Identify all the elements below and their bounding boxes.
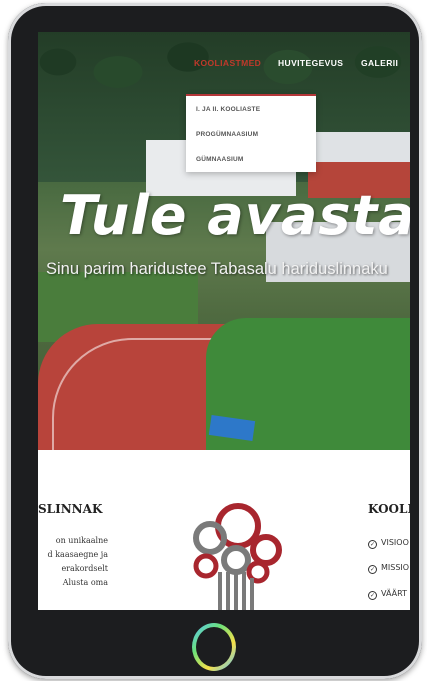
school-logo <box>193 503 282 610</box>
paragraph-line: on unikaalne <box>55 536 108 545</box>
list-item-label: MISSIO <box>381 563 410 572</box>
dropdown-item-progumnaasium[interactable]: PROGÜMNAASIUM <box>196 131 258 138</box>
dropdown-item-gumnaasium[interactable]: GÜMNAASIUM <box>196 156 244 163</box>
list-item-label: VISIOO <box>381 538 409 547</box>
phone-frame: KOOLIASTMED HUVITEGEVUS GALERII I. JA II… <box>8 3 422 679</box>
screen: KOOLIASTMED HUVITEGEVUS GALERII I. JA II… <box>38 32 410 610</box>
hero-subtitle: Sinu parim haridustee Tabasalu haridusli… <box>46 260 388 278</box>
left-section-heading: SLINNAK <box>38 502 103 516</box>
check-circle-icon: ✓ <box>368 591 377 600</box>
paragraph-line: d kaasaegne ja <box>47 550 108 559</box>
right-section-heading: KOOLI <box>368 502 410 516</box>
content-section: SLINNAK on unikaalne d kaasaegne ja erak… <box>38 450 410 610</box>
hero-image: KOOLIASTMED HUVITEGEVUS GALERII I. JA II… <box>38 32 410 450</box>
home-button[interactable] <box>192 623 236 671</box>
list-item-vaartused[interactable]: ✓ VÄÄRT <box>368 589 407 600</box>
nav-kooliastmed[interactable]: KOOLIASTMED <box>194 58 261 68</box>
list-item-visioon[interactable]: ✓ VISIOO <box>368 538 409 549</box>
nav-galerii[interactable]: GALERII <box>361 58 398 68</box>
nav-huvitegevus[interactable]: HUVITEGEVUS <box>278 58 343 68</box>
paragraph-line: erakordselt <box>61 564 108 573</box>
paragraph-line: Alusta oma <box>62 578 108 587</box>
check-circle-icon: ✓ <box>368 565 377 574</box>
list-item-missioon[interactable]: ✓ MISSIO <box>368 563 409 574</box>
hero-title: Tule avasta <box>60 184 410 247</box>
nav-dropdown-menu: I. JA II. KOOLIASTE PROGÜMNAASIUM GÜMNAA… <box>186 94 316 172</box>
list-item-label: VÄÄRT <box>381 589 407 598</box>
top-navigation: KOOLIASTMED HUVITEGEVUS GALERII <box>38 32 410 94</box>
left-section-paragraph: on unikaalne d kaasaegne ja erakordselt … <box>38 534 108 590</box>
check-circle-icon: ✓ <box>368 540 377 549</box>
dropdown-item-1-2-kooliaste[interactable]: I. JA II. KOOLIASTE <box>196 106 260 113</box>
